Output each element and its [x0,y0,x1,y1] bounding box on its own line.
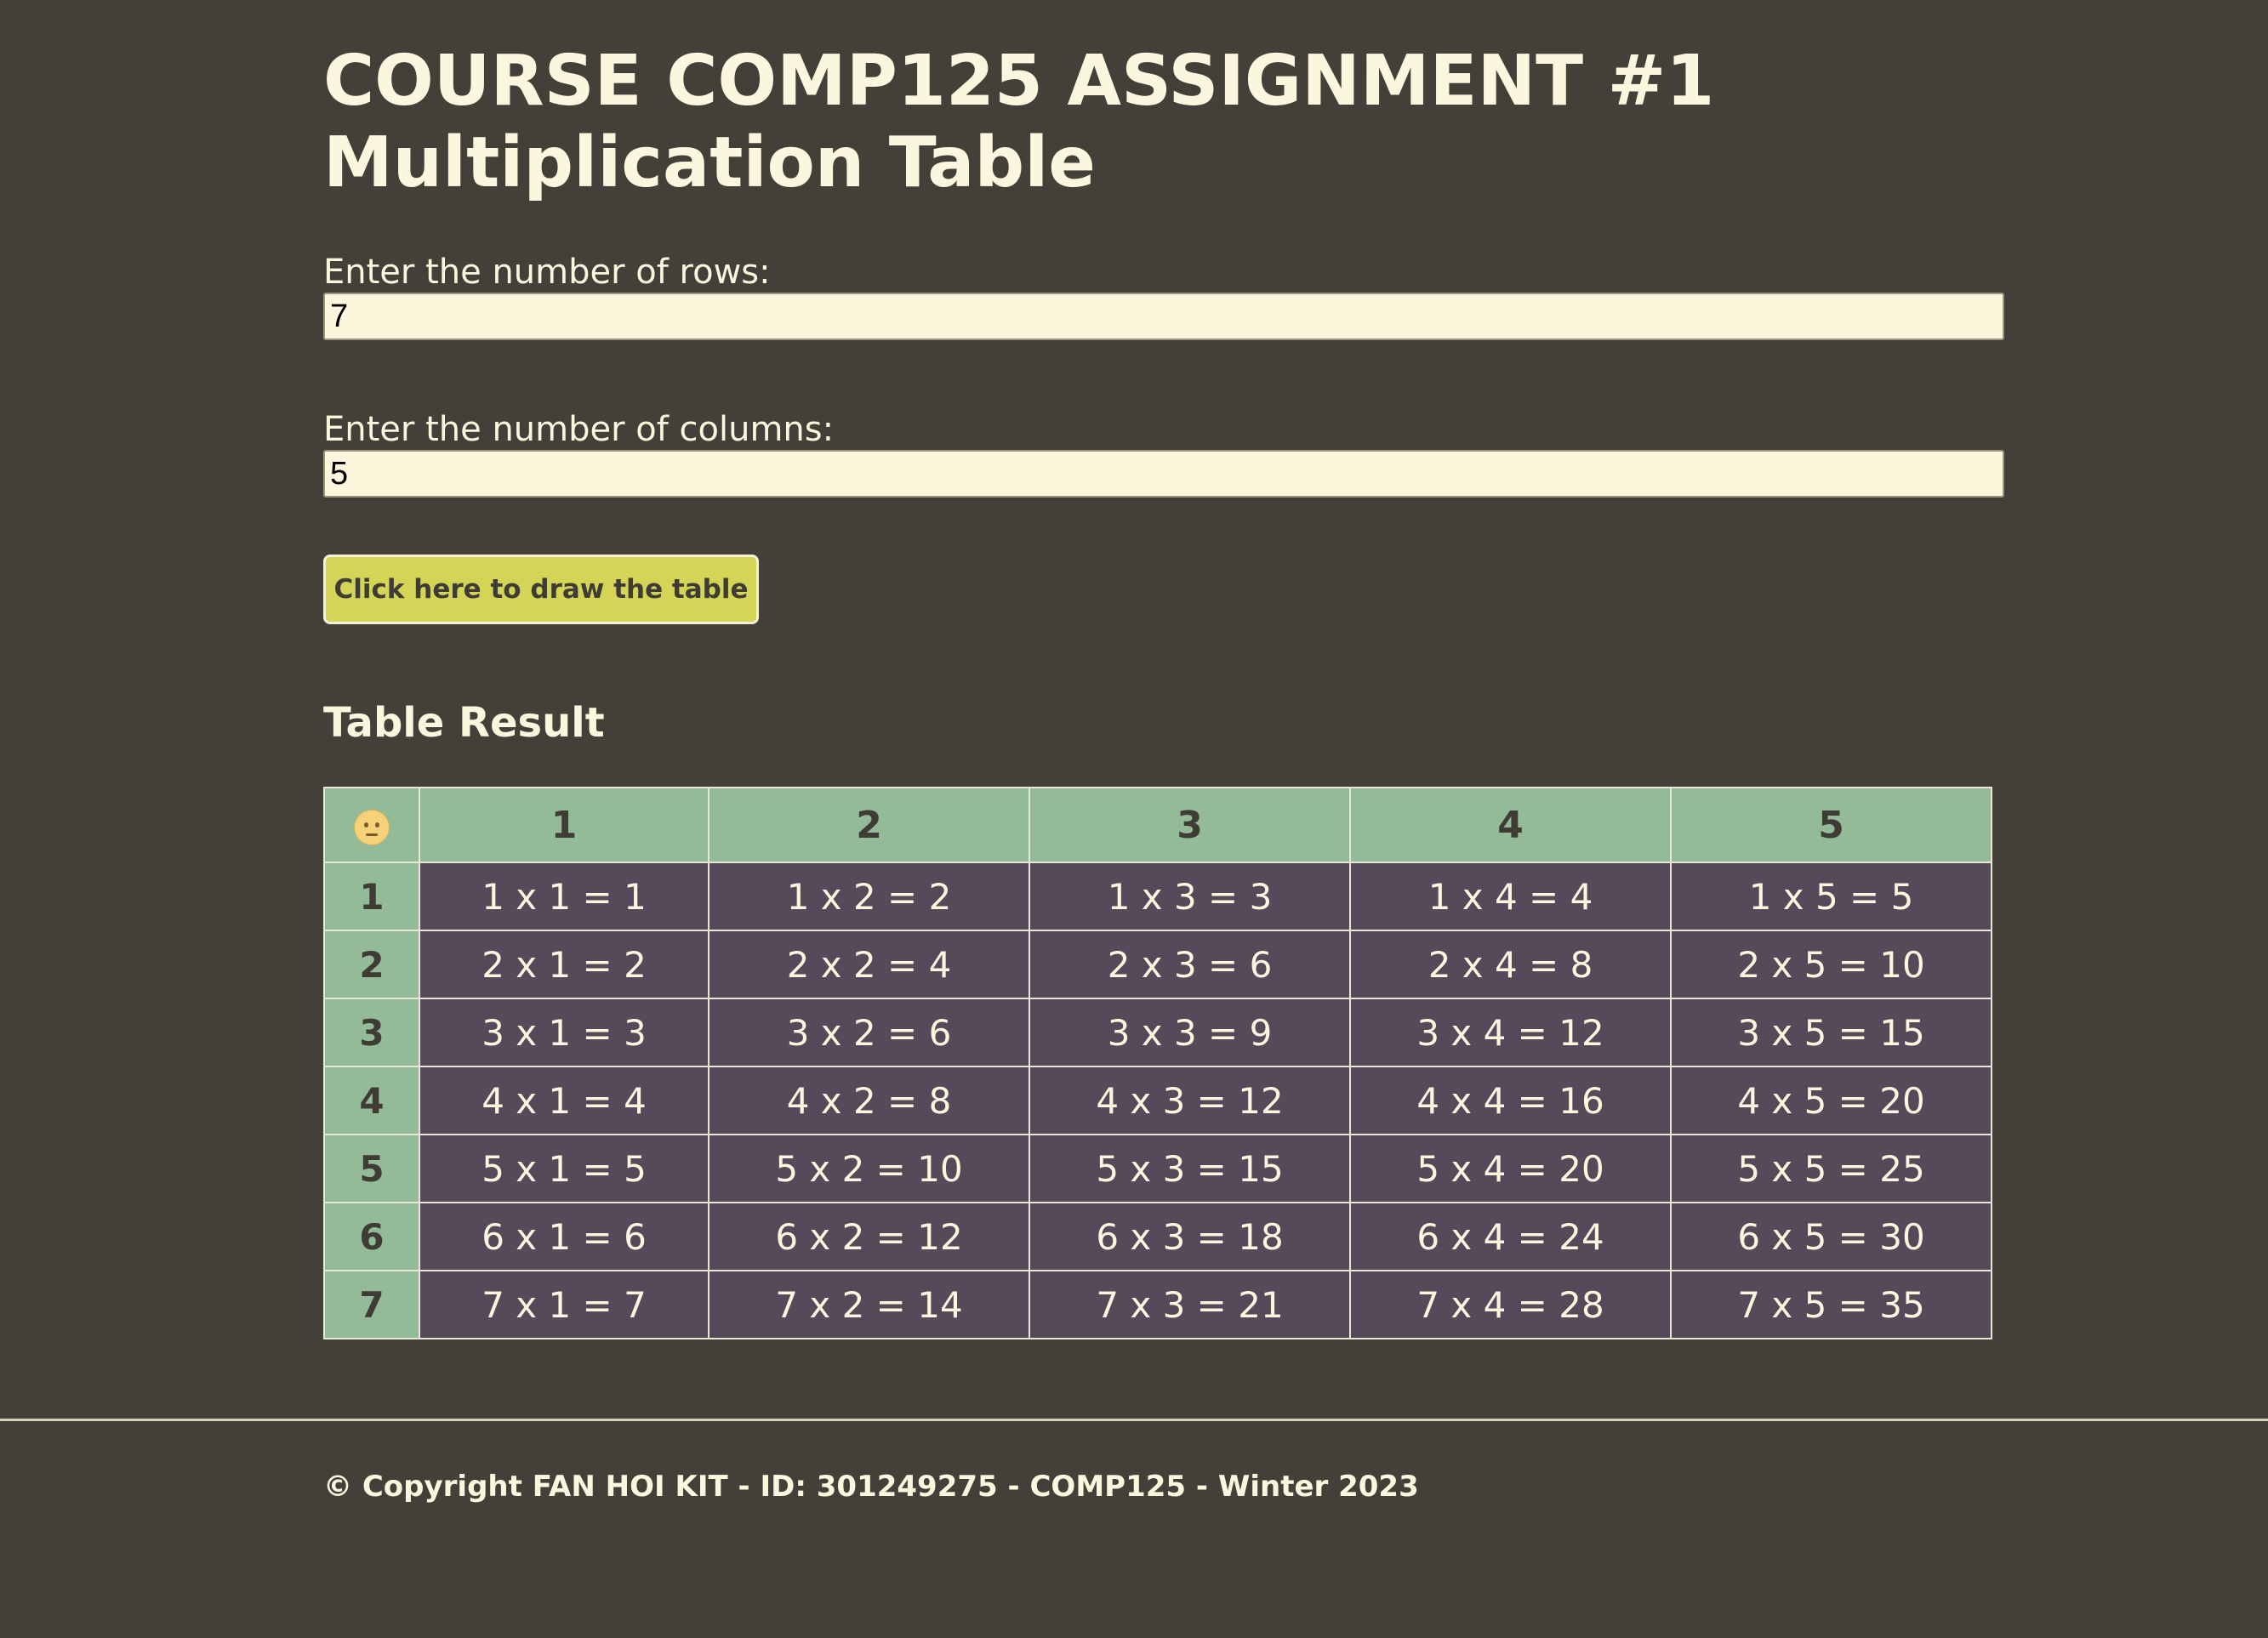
footer-copyright: © Copyright FAN HOI KIT - ID: 301249275 … [323,1470,1419,1504]
table-cell: 5 x 2 = 10 [708,1134,1030,1203]
table-cell: 6 x 5 = 30 [1670,1202,1992,1271]
table-cell: 7 x 5 = 35 [1670,1270,1992,1339]
table-cell: 6 x 3 = 18 [1029,1202,1351,1271]
table-cell: 5 x 4 = 20 [1349,1134,1672,1203]
table-row: 5 5 x 1 = 5 5 x 2 = 10 5 x 3 = 15 5 x 4 … [323,1134,1992,1203]
table-row: 4 4 x 1 = 4 4 x 2 = 8 4 x 3 = 12 4 x 4 =… [323,1066,1992,1135]
page-title-line-2: Multiplication Table [323,122,1096,203]
table-cell: 3 x 2 = 6 [708,998,1030,1067]
rows-input[interactable] [323,293,2004,340]
table-cell: 6 x 2 = 12 [708,1202,1030,1271]
page-title-line-1: COURSE COMP125 ASSIGNMENT #1 [323,41,1715,122]
table-cell: 4 x 3 = 12 [1029,1066,1351,1135]
row-header: 5 [323,1134,420,1203]
page-title: COURSE COMP125 ASSIGNMENT #1 Multiplicat… [323,41,1714,204]
table-cell: 2 x 1 = 2 [419,930,709,999]
columns-input[interactable] [323,450,2004,498]
table-cell: 1 x 2 = 2 [708,862,1030,931]
table-row: 2 2 x 1 = 2 2 x 2 = 4 2 x 3 = 6 2 x 4 = … [323,930,1992,999]
draw-table-button[interactable]: Click here to draw the table [323,555,759,624]
table-cell: 2 x 2 = 4 [708,930,1030,999]
table-corner-cell [323,787,420,863]
table-result-heading: Table Result [323,699,605,747]
table-cell: 3 x 5 = 15 [1670,998,1992,1067]
table-cell: 1 x 3 = 3 [1029,862,1351,931]
row-header: 2 [323,930,420,999]
multiplication-table: 1 2 3 4 5 1 1 x 1 = 1 1 x 2 = 2 1 x 3 = … [323,787,1992,1339]
table-cell: 6 x 4 = 24 [1349,1202,1672,1271]
row-header: 4 [323,1066,420,1135]
table-cell: 5 x 1 = 5 [419,1134,709,1203]
table-row: 1 1 x 1 = 1 1 x 2 = 2 1 x 3 = 3 1 x 4 = … [323,862,1992,931]
rows-label: Enter the number of rows: [323,253,771,292]
table-cell: 4 x 4 = 16 [1349,1066,1672,1135]
table-row: 6 6 x 1 = 6 6 x 2 = 12 6 x 3 = 18 6 x 4 … [323,1202,1992,1271]
table-cell: 7 x 3 = 21 [1029,1270,1351,1339]
columns-label: Enter the number of columns: [323,410,835,449]
table-cell: 4 x 1 = 4 [419,1066,709,1135]
column-header: 1 [419,787,709,863]
table-cell: 7 x 2 = 14 [708,1270,1030,1339]
table-cell: 3 x 4 = 12 [1349,998,1672,1067]
row-header: 6 [323,1202,420,1271]
column-header: 4 [1349,787,1672,863]
column-header: 3 [1029,787,1351,863]
table-cell: 2 x 3 = 6 [1029,930,1351,999]
table-cell: 7 x 4 = 28 [1349,1270,1672,1339]
table-cell: 2 x 4 = 8 [1349,930,1672,999]
table-cell: 5 x 3 = 15 [1029,1134,1351,1203]
table-cell: 1 x 5 = 5 [1670,862,1992,931]
table-cell: 1 x 1 = 1 [419,862,709,931]
column-header: 5 [1670,787,1992,863]
row-header: 3 [323,998,420,1067]
row-header: 7 [323,1270,420,1339]
table-cell: 2 x 5 = 10 [1670,930,1992,999]
table-cell: 4 x 2 = 8 [708,1066,1030,1135]
table-cell: 4 x 5 = 20 [1670,1066,1992,1135]
table-header-row: 1 2 3 4 5 [323,787,1992,863]
footer-divider [0,1419,2268,1421]
table-cell: 1 x 4 = 4 [1349,862,1672,931]
smiley-face-icon [354,809,390,845]
table-cell: 5 x 5 = 25 [1670,1134,1992,1203]
row-header: 1 [323,862,420,931]
table-cell: 7 x 1 = 7 [419,1270,709,1339]
column-header: 2 [708,787,1030,863]
table-cell: 3 x 3 = 9 [1029,998,1351,1067]
table-row: 3 3 x 1 = 3 3 x 2 = 6 3 x 3 = 9 3 x 4 = … [323,998,1992,1067]
table-cell: 3 x 1 = 3 [419,998,709,1067]
table-row: 7 7 x 1 = 7 7 x 2 = 14 7 x 3 = 21 7 x 4 … [323,1270,1992,1339]
table-cell: 6 x 1 = 6 [419,1202,709,1271]
